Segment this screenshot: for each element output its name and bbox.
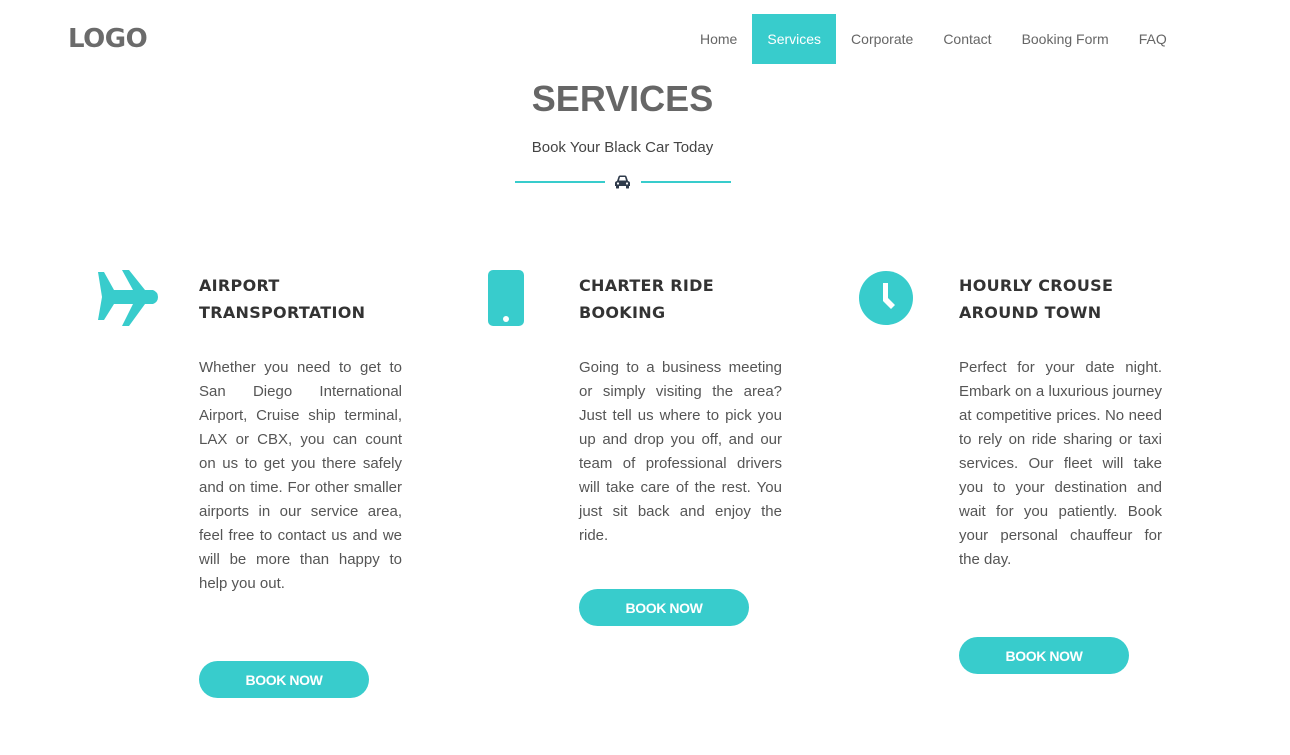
nav-booking-form[interactable]: Booking Form [1007, 14, 1124, 64]
service-description: Whether you need to get to San Diego Int… [199, 359, 402, 592]
clock-icon [859, 271, 913, 325]
nav-home[interactable]: Home [685, 14, 752, 64]
page-title: SERVICES [531, 78, 714, 119]
book-now-button[interactable]: BOOK NOW [199, 661, 369, 698]
service-title: HOURLY CROUSE AROUND TOWN [959, 272, 1159, 326]
service-title: CHARTER RIDE BOOKING [579, 272, 779, 326]
title-divider [515, 172, 731, 192]
airplane-icon [98, 270, 158, 326]
nav-services[interactable]: Services [752, 14, 837, 64]
service-description: Perfect for your date night. Embark on a… [959, 359, 1162, 568]
service-charter: CHARTER RIDE BOOKING Going to a business… [475, 270, 845, 710]
service-hourly: HOURLY CROUSE AROUND TOWN Perfect for yo… [855, 270, 1225, 710]
service-title-line2: TRANSPORTATION [199, 303, 366, 322]
divider-line-left [515, 181, 605, 183]
main-nav: Home Services Corporate Contact Booking … [685, 14, 1182, 64]
car-icon [615, 175, 630, 189]
divider-line-right [641, 181, 731, 183]
book-now-button[interactable]: BOOK NOW [959, 637, 1129, 674]
book-now-button[interactable]: BOOK NOW [579, 589, 749, 626]
nav-faq[interactable]: FAQ [1124, 14, 1182, 64]
service-airport: AIRPORT TRANSPORTATION Whether you need … [95, 270, 465, 710]
service-title-line2: BOOKING [579, 303, 666, 322]
nav-corporate[interactable]: Corporate [836, 14, 928, 64]
page-subtitle: Book Your Black Car Today [531, 139, 714, 156]
service-description: Going to a business meeting or simply vi… [579, 359, 782, 544]
service-title-line1: CHARTER RIDE [579, 276, 714, 295]
service-title: AIRPORT TRANSPORTATION [199, 272, 399, 326]
service-title-line2: AROUND TOWN [959, 303, 1102, 322]
smartphone-icon [488, 270, 524, 326]
service-title-line1: AIRPORT [199, 276, 280, 295]
logo[interactable]: LOGO [68, 24, 148, 54]
nav-contact[interactable]: Contact [928, 14, 1006, 64]
service-title-line1: HOURLY CROUSE [959, 276, 1114, 295]
